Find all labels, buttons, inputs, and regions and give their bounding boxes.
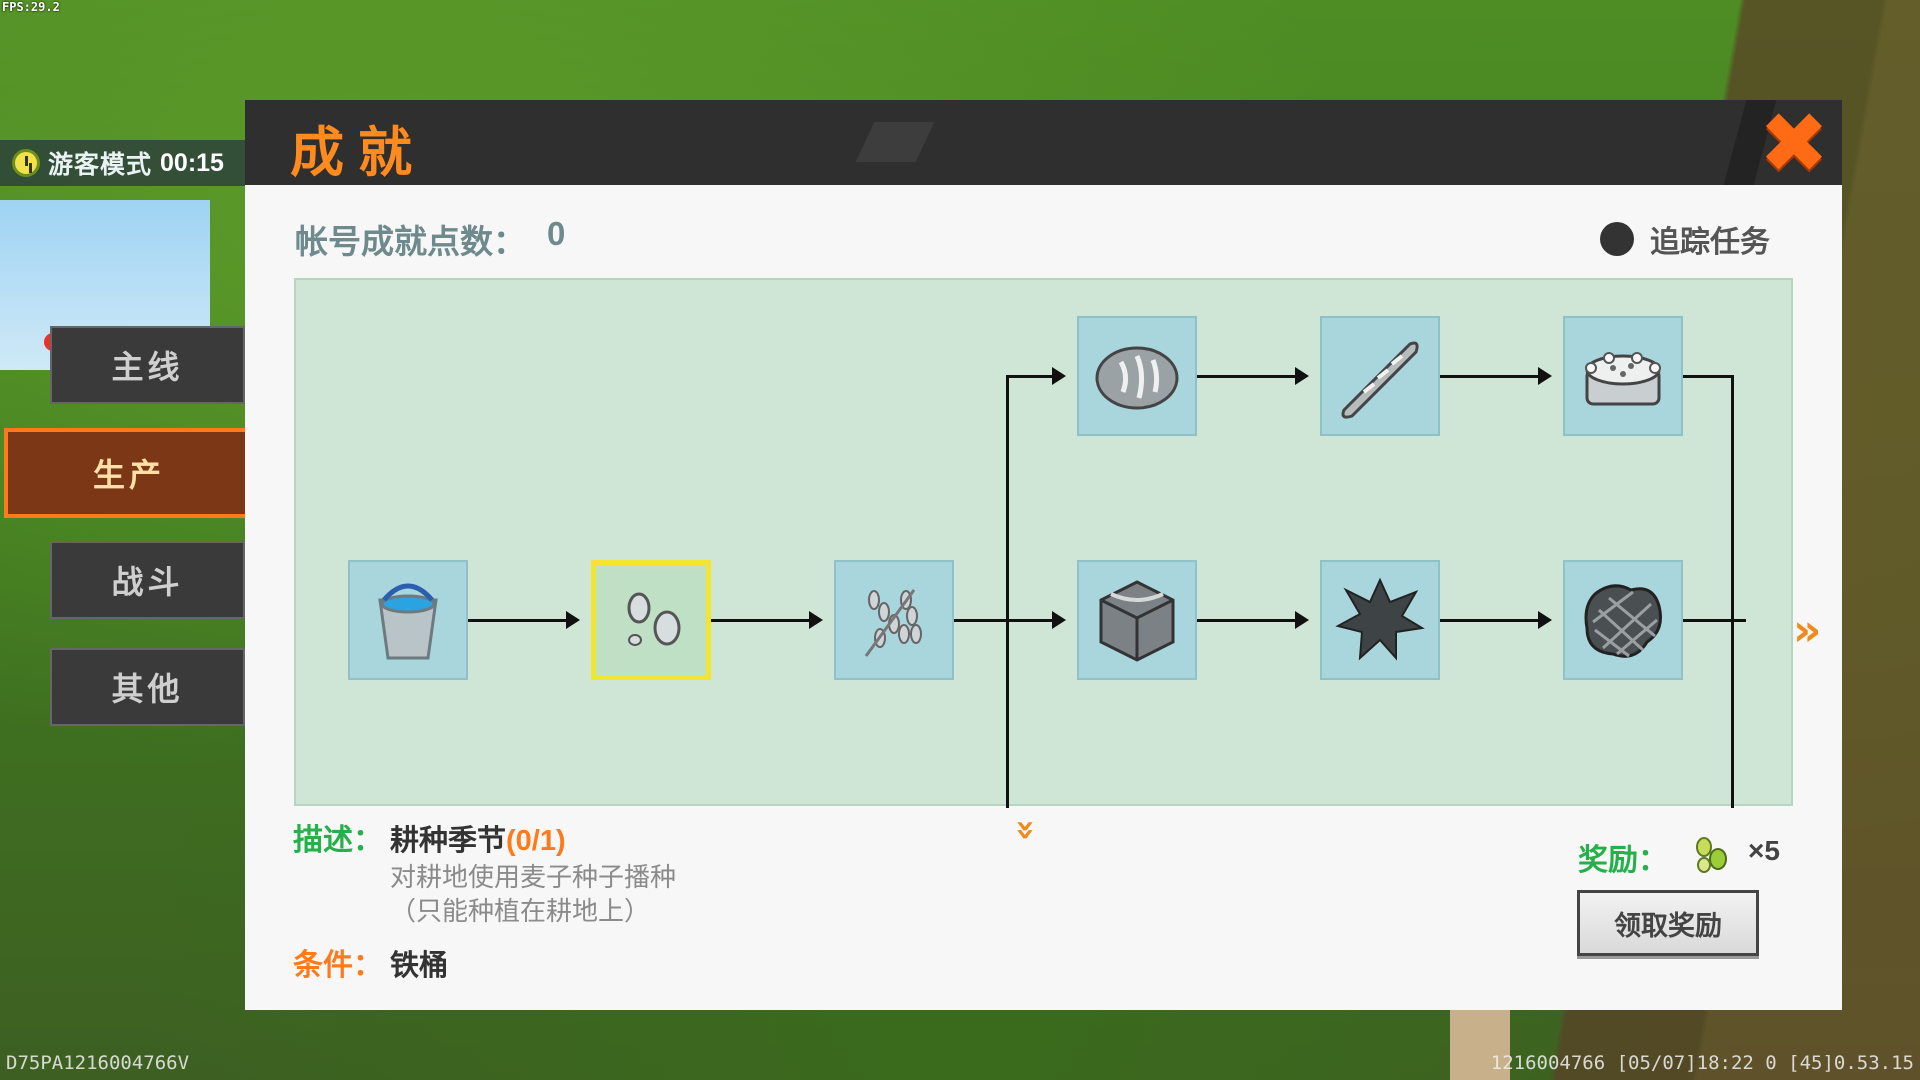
tab-production[interactable]: 生产 [4, 428, 254, 518]
connector [1006, 375, 1009, 808]
track-task-label: 追踪任务 [1650, 226, 1770, 259]
node-iron-bucket[interactable] [348, 560, 468, 680]
node-spiky-ore[interactable] [1320, 560, 1440, 680]
arrow-icon [1538, 367, 1552, 385]
arrow-icon [566, 611, 580, 629]
reward-count: ×5 [1748, 835, 1780, 866]
bread-icon [1095, 346, 1179, 410]
points-value: 0 [547, 215, 566, 252]
claim-reward-button[interactable]: 领取奖励 [1577, 890, 1759, 956]
guest-mode-label: 游客模式 [48, 151, 153, 179]
tab-combat[interactable]: 战斗 [50, 541, 245, 619]
track-task-toggle[interactable]: 追踪任务 [1600, 217, 1770, 261]
guest-time: 00:15 [160, 148, 224, 177]
connector [1674, 619, 1746, 622]
connector [1433, 619, 1538, 622]
connector [1190, 619, 1295, 622]
wheat-seeds-icon [627, 592, 681, 646]
tab-mainline[interactable]: 主线 [50, 326, 245, 404]
scroll-right-icon[interactable]: » [1793, 605, 1821, 656]
guest-mode-bar: 游客模式 00:15 [0, 140, 262, 186]
connector [1190, 375, 1295, 378]
close-button[interactable]: ✖ [1755, 94, 1833, 192]
stone-block-icon [1099, 580, 1175, 662]
node-stone-block[interactable] [1077, 560, 1197, 680]
achievement-description: 对耕地使用麦子种子播种 （只能种植在耕地上） [390, 860, 676, 928]
achievement-name: 耕种季节 [390, 825, 507, 857]
connector [1006, 375, 1052, 378]
clock-icon [12, 149, 40, 177]
achievement-panel: 成就 ✖ 帐号成就点数： 0 追踪任务 » » 描述： 耕种季节(0/1) 对耕… [245, 100, 1842, 1010]
points-label: 帐号成就点数： [295, 223, 526, 260]
node-wheat[interactable] [834, 560, 954, 680]
achievement-title: 耕种季节(0/1) [390, 817, 566, 859]
connector [1433, 375, 1538, 378]
connector [461, 619, 566, 622]
green-beans-icon [1696, 837, 1727, 873]
connector [704, 619, 809, 622]
scroll-down-icon[interactable]: » [1006, 819, 1046, 841]
achievement-progress: (0/1) [506, 825, 566, 857]
arrow-icon [1052, 611, 1066, 629]
arrow-icon [1538, 611, 1552, 629]
condition-label: 条件： [293, 949, 383, 982]
spiky-ore-icon [1335, 577, 1425, 661]
node-grilled-steak[interactable] [1563, 560, 1683, 680]
cake-icon [1585, 352, 1661, 406]
tab-other[interactable]: 其他 [50, 648, 245, 726]
panel-titlebar: 成就 ✖ [245, 100, 1842, 185]
connector [1731, 375, 1734, 808]
panel-body: 帐号成就点数： 0 追踪任务 » » 描述： 耕种季节(0/1) 对耕地使用麦子… [245, 185, 1842, 1010]
fps-counter: FPS:29.2 [2, 0, 60, 14]
connector [947, 619, 1052, 622]
iron-bucket-icon [378, 583, 438, 660]
reward-label: 奖励： [1578, 844, 1668, 877]
arrow-icon [1295, 367, 1309, 385]
close-icon: ✖ [1758, 94, 1830, 192]
title-decoration [855, 122, 935, 162]
arrow-icon [809, 611, 823, 629]
version-string: D75PA1216004766V [6, 1052, 190, 1074]
connector [1674, 375, 1734, 378]
arrow-icon [1295, 611, 1309, 629]
achievement-tree [294, 278, 1793, 808]
node-bread[interactable] [1077, 316, 1197, 436]
arrow-icon [1052, 367, 1066, 385]
grilled-steak-icon [1584, 584, 1662, 658]
description-label: 描述： [293, 824, 383, 857]
condition-value: 铁桶 [390, 950, 449, 982]
status-line: 1216004766 [05/07]18:22 0 [45]0.53.15 [1490, 1052, 1914, 1074]
wheat-icon [864, 589, 922, 657]
page-title: 成就 [290, 123, 426, 183]
description-line-2: （只能种植在耕地上） [390, 896, 651, 926]
node-baguette[interactable] [1320, 316, 1440, 436]
baguette-icon [1341, 341, 1419, 419]
toggle-dot-icon [1600, 222, 1634, 256]
node-cake[interactable] [1563, 316, 1683, 436]
description-line-1: 对耕地使用麦子种子播种 [390, 862, 677, 892]
node-wheat-seeds[interactable] [591, 560, 711, 680]
